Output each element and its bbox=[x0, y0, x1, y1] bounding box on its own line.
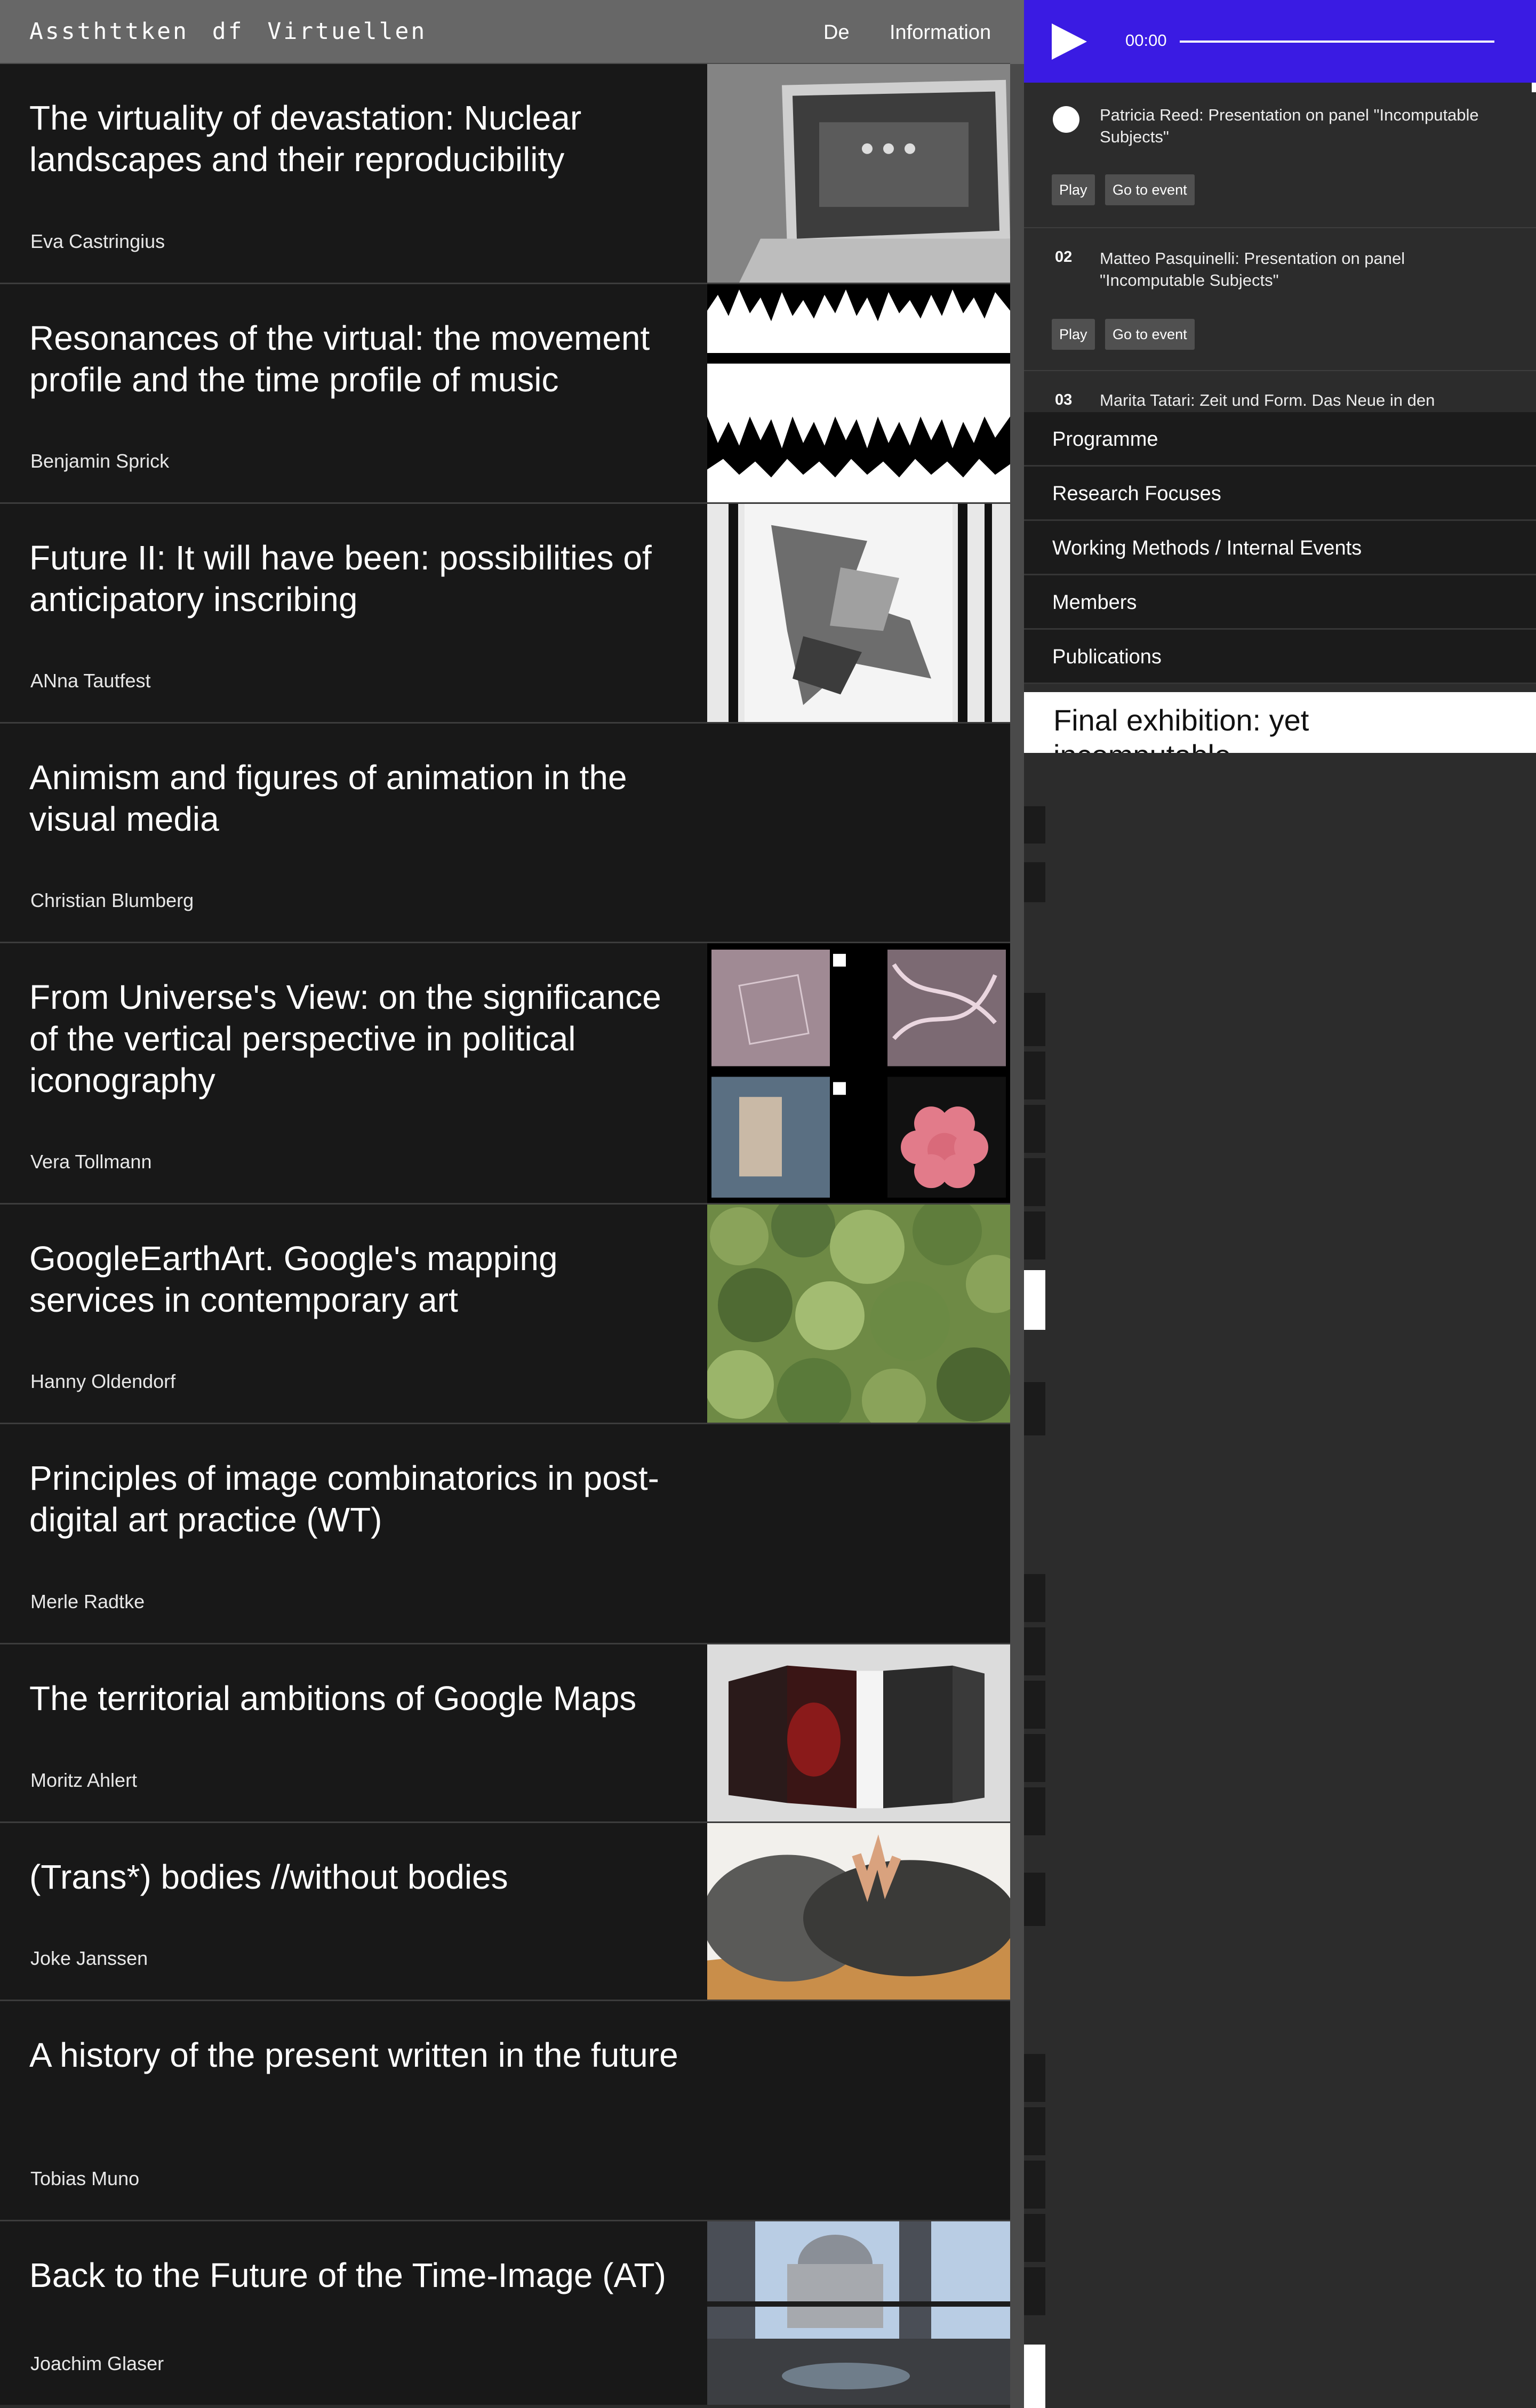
item-thumbnail[interactable] bbox=[707, 1205, 1010, 1423]
item-title[interactable]: Principles of image combinatorics in pos… bbox=[29, 1457, 680, 1540]
item-title[interactable]: From Universe's View: on the significanc… bbox=[29, 976, 680, 1101]
now-playing-icon bbox=[1053, 106, 1079, 133]
item-thumbnail[interactable] bbox=[707, 64, 1010, 283]
header-divider bbox=[1010, 0, 1024, 64]
item-author: Eva Castringius bbox=[30, 230, 165, 252]
playlist-item[interactable]: Patricia Reed: Presentation on panel "In… bbox=[1024, 83, 1536, 228]
item-author: Christian Blumberg bbox=[30, 889, 194, 911]
menu-item-programme[interactable]: Programme bbox=[1024, 412, 1536, 467]
item-thumbnail[interactable] bbox=[707, 1823, 1010, 2000]
menu-item-research-focuses[interactable]: Research Focuses bbox=[1024, 467, 1536, 521]
main-menu: Programme Research Focuses Working Metho… bbox=[1024, 412, 1536, 684]
panel-edge-strip bbox=[1024, 753, 1045, 2408]
feature-title[interactable]: Final exhibition: yet incomputable bbox=[1053, 703, 1331, 753]
list-item[interactable]: The virtuality of devastation: Nuclear l… bbox=[0, 64, 1010, 284]
go-to-event-button[interactable]: Go to event bbox=[1105, 319, 1195, 350]
item-thumbnail[interactable] bbox=[707, 2221, 1010, 2405]
nav-language-link[interactable]: De bbox=[823, 21, 850, 44]
item-author: Joke Janssen bbox=[30, 1947, 148, 1969]
item-title[interactable]: GoogleEarthArt. Google's mapping service… bbox=[29, 1238, 680, 1321]
list-item[interactable]: Future II: It will have been: possibilit… bbox=[0, 504, 1010, 724]
track-number: 03 bbox=[1055, 391, 1073, 408]
menu-item-working-methods[interactable]: Working Methods / Internal Events bbox=[1024, 521, 1536, 575]
playlist-item[interactable]: 03 Marita Tatari: Zeit und Form. Das Neu… bbox=[1024, 371, 1536, 409]
list-item[interactable]: From Universe's View: on the significanc… bbox=[0, 943, 1010, 1205]
item-title[interactable]: The virtuality of devastation: Nuclear l… bbox=[29, 97, 680, 180]
playlist: Patricia Reed: Presentation on panel "In… bbox=[1024, 83, 1536, 409]
play-button[interactable]: Play bbox=[1052, 319, 1095, 350]
item-thumbnail[interactable] bbox=[707, 504, 1010, 722]
list-item[interactable]: Back to the Future of the Time-Image (AT… bbox=[0, 2221, 1010, 2405]
side-panel: 00:00 Patricia Reed: Presentation on pan… bbox=[1024, 0, 1536, 2408]
track-title: Matteo Pasquinelli: Presentation on pane… bbox=[1100, 249, 1405, 290]
track-title: Marita Tatari: Zeit und Form. Das Neue i… bbox=[1100, 391, 1435, 409]
item-author: ANna Tautfest bbox=[30, 670, 151, 692]
item-author: Tobias Muno bbox=[30, 2168, 140, 2189]
item-author: Benjamin Sprick bbox=[30, 450, 170, 472]
item-title[interactable]: A history of the present written in the … bbox=[29, 2034, 680, 2076]
item-thumbnail[interactable] bbox=[707, 284, 1010, 502]
project-list: The virtuality of devastation: Nuclear l… bbox=[0, 64, 1010, 2405]
item-title[interactable]: Resonances of the virtual: the movement … bbox=[29, 317, 680, 400]
scrollbar-track[interactable] bbox=[1010, 64, 1024, 2408]
list-item[interactable]: GoogleEarthArt. Google's mapping service… bbox=[0, 1205, 1010, 1424]
player-time: 00:00 bbox=[1125, 31, 1167, 50]
item-author: Hanny Oldendorf bbox=[30, 1370, 176, 1392]
item-title[interactable]: The territorial ambitions of Google Maps bbox=[29, 1677, 680, 1719]
list-item[interactable]: A history of the present written in the … bbox=[0, 2001, 1010, 2221]
item-title[interactable]: (Trans*) bodies //without bodies bbox=[29, 1856, 680, 1898]
site-title[interactable]: Assthttken df Virtuellen bbox=[29, 18, 427, 45]
list-item[interactable]: Resonances of the virtual: the movement … bbox=[0, 284, 1010, 504]
item-thumbnail[interactable] bbox=[707, 943, 1010, 1203]
player-progress-bar[interactable] bbox=[1180, 41, 1494, 43]
item-author: Merle Radtke bbox=[30, 1591, 145, 1612]
go-to-event-button[interactable]: Go to event bbox=[1105, 174, 1195, 205]
list-item[interactable]: Animism and figures of animation in the … bbox=[0, 724, 1010, 943]
menu-item-members[interactable]: Members bbox=[1024, 575, 1536, 630]
item-author: Vera Tollmann bbox=[30, 1151, 152, 1173]
item-title[interactable]: Animism and figures of animation in the … bbox=[29, 757, 680, 840]
item-title[interactable]: Back to the Future of the Time-Image (AT… bbox=[29, 2254, 680, 2296]
menu-item-publications[interactable]: Publications bbox=[1024, 630, 1536, 684]
item-thumbnail[interactable] bbox=[707, 1644, 1010, 1821]
playlist-item[interactable]: 02 Matteo Pasquinelli: Presentation on p… bbox=[1024, 228, 1536, 371]
site-header: Assthttken df Virtuellen De Information bbox=[0, 0, 1010, 64]
list-item[interactable]: Principles of image combinatorics in pos… bbox=[0, 1424, 1010, 1644]
play-button[interactable]: Play bbox=[1052, 174, 1095, 205]
item-title[interactable]: Future II: It will have been: possibilit… bbox=[29, 537, 680, 620]
list-item[interactable]: (Trans*) bodies //without bodies Joke Ja… bbox=[0, 1823, 1010, 2001]
track-title: Patricia Reed: Presentation on panel "In… bbox=[1100, 106, 1479, 146]
feature-card[interactable]: Final exhibition: yet incomputable bbox=[1024, 692, 1536, 753]
item-author: Moritz Ahlert bbox=[30, 1769, 138, 1791]
play-icon[interactable] bbox=[1052, 23, 1087, 62]
list-item[interactable]: The territorial ambitions of Google Maps… bbox=[0, 1644, 1010, 1823]
track-number: 02 bbox=[1055, 248, 1073, 266]
nav-information-link[interactable]: Information bbox=[890, 21, 991, 44]
item-author: Joachim Glaser bbox=[30, 2353, 164, 2374]
audio-player: 00:00 bbox=[1024, 0, 1536, 83]
